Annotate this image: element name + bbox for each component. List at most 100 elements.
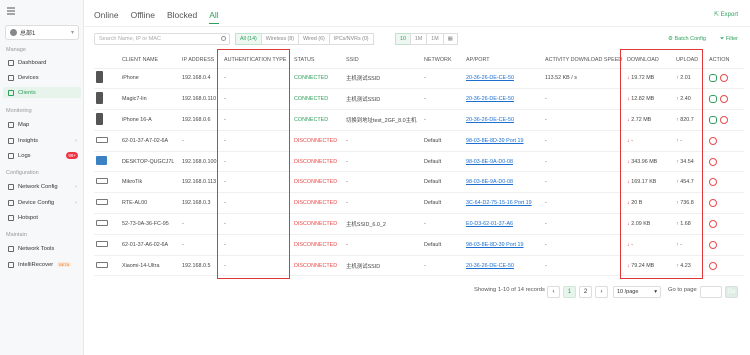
block-icon[interactable] [709, 157, 717, 166]
block-icon[interactable] [720, 95, 728, 104]
action-cell [707, 68, 744, 90]
block-icon[interactable] [709, 240, 717, 249]
sidebar-item-network-tools[interactable]: Network Tools [3, 243, 81, 254]
filter-wired[interactable]: Wired (6) [298, 33, 330, 45]
ap-port-link[interactable]: 20-36-26-DE-CE-50 [464, 68, 543, 90]
sidebar-item-logs[interactable]: Logs 99+ [3, 150, 81, 161]
sidebar-item-network-config[interactable]: Network Config › [3, 181, 81, 192]
col-network[interactable]: NETWORK [422, 52, 464, 69]
ap-port-link[interactable]: E0-D3-62-01-37-A6 [464, 213, 543, 235]
page-2-button[interactable]: 2 [579, 286, 592, 298]
ap-port-link[interactable]: 98-03-8E-8D-39 Port 19 [464, 234, 543, 256]
activity-speed: - [543, 109, 625, 131]
sidebar-item-hotspot[interactable]: Hotspot [3, 212, 81, 223]
block-icon[interactable] [720, 115, 728, 124]
activity-speed: - [543, 192, 625, 215]
block-icon[interactable] [709, 136, 717, 145]
block-icon[interactable] [709, 178, 717, 187]
ap-port-link[interactable]: 98-03-8E-9A-D0-08 [464, 151, 543, 173]
page-1-button[interactable]: 1 [563, 286, 576, 298]
chevron-right-icon: › [75, 199, 77, 206]
client-name[interactable]: iPhone 16-A [120, 109, 180, 131]
network: Default [422, 234, 464, 256]
next-page-button[interactable]: › [595, 286, 608, 298]
block-icon[interactable] [709, 261, 717, 270]
page-size-select[interactable]: 10 /page ▾ [613, 286, 661, 298]
block-icon[interactable] [709, 199, 717, 208]
menu-icon[interactable] [6, 6, 16, 16]
reconnect-icon[interactable] [709, 74, 717, 83]
action-cell [707, 213, 744, 235]
site-name: 总部1 [20, 31, 36, 37]
col-ip[interactable]: IP ADDRESS [180, 52, 222, 69]
logs-icon [8, 152, 14, 159]
ap-port-link[interactable]: 20-36-26-DE-CE-50 [464, 109, 543, 131]
export-button[interactable]: ⇱ Export [714, 11, 738, 18]
client-name[interactable]: Magic7-lin [120, 88, 180, 111]
batch-config-button[interactable]: ⚙ Batch Config [668, 36, 706, 42]
go-button[interactable]: Go [725, 286, 738, 298]
ip-address: 192.168.0.4 [180, 68, 222, 90]
goto-input[interactable] [700, 286, 722, 298]
reconnect-icon[interactable] [709, 95, 717, 104]
col-ssid[interactable]: SSID [344, 52, 422, 69]
beta-tag: BETA [57, 262, 72, 267]
section-manage: Manage [6, 47, 26, 53]
filter-button[interactable]: ⏷ Filter [720, 36, 738, 43]
sidebar-item-insights[interactable]: Insights › [3, 135, 81, 146]
ap-port-link[interactable]: 20-36-26-DE-CE-50 [464, 255, 543, 277]
activity-speed: - [543, 255, 625, 277]
client-name[interactable]: MikroTik [120, 171, 180, 194]
sidebar-item-map[interactable]: Map [3, 119, 81, 130]
export-label: Export [720, 12, 738, 18]
client-name[interactable]: iPhone [120, 68, 180, 90]
filter-ipcs[interactable]: IPCs/NVRs (0) [328, 33, 374, 45]
tab-offline[interactable]: Offline [131, 10, 155, 24]
client-name[interactable]: RTE-AL00 [120, 192, 180, 215]
ip-address: 192.168.0.113 [180, 171, 222, 194]
reconnect-icon[interactable] [709, 115, 717, 124]
sidebar-item-devices[interactable]: Devices [3, 72, 81, 83]
action-cell [707, 151, 744, 173]
client-name[interactable]: DESKTOP-QUGCJ7L [120, 151, 180, 173]
site-selector[interactable]: 总部1 ▾ [5, 25, 79, 40]
pager-summary: Showing 1-10 of 14 records [474, 287, 545, 293]
block-icon[interactable] [720, 74, 728, 83]
filter-all[interactable]: All (14) [235, 33, 262, 45]
sidebar-item-clients[interactable]: Clients [3, 87, 81, 98]
ap-port-link[interactable]: 20-36-26-DE-CE-50 [464, 88, 543, 111]
sidebar-item-dashboard[interactable]: Dashboard [3, 57, 81, 68]
tab-online[interactable]: Online [94, 10, 119, 24]
sidebar-item-device-config[interactable]: Device Config › [3, 197, 81, 208]
block-icon[interactable] [709, 219, 717, 228]
tab-divider [84, 26, 750, 27]
phone-icon [96, 92, 103, 105]
ssid: 主机测试SSID [344, 68, 422, 90]
client-name[interactable]: 52-73-0A-36-FC-95 [120, 213, 180, 235]
prev-page-button[interactable]: ‹ [547, 286, 560, 298]
ap-port-link[interactable]: 3C-64-D2-75-15-16 Port 19 [464, 192, 543, 215]
ssid: - [344, 151, 422, 173]
network: - [422, 255, 464, 277]
status-badge: DISCONNECTED [292, 192, 344, 215]
ap-port-link[interactable]: 98-03-8E-8D-39 Port 19 [464, 130, 543, 152]
calendar-icon[interactable]: ▦ [442, 33, 458, 45]
range-1m-a[interactable]: 1M [409, 33, 428, 45]
sidebar-item-intellirecover[interactable]: IntelliRecover BETA [3, 259, 81, 270]
status-badge: DISCONNECTED [292, 213, 344, 235]
client-name[interactable]: 62-01-37-A7-02-6A [120, 130, 180, 152]
search-input[interactable]: Search Name, IP or MAC [94, 33, 230, 45]
activity-speed: 113.52 KB / s [543, 68, 625, 90]
tab-all[interactable]: All [209, 10, 219, 24]
tab-blocked[interactable]: Blocked [167, 10, 197, 24]
filter-label: Filter [725, 36, 738, 42]
client-name[interactable]: Xiaomi-14-Ultra [120, 255, 180, 277]
filter-wireless[interactable]: Wireless (8) [260, 33, 300, 45]
col-client-name[interactable]: CLIENT NAME [120, 52, 180, 69]
ap-port-link[interactable]: 98-03-8E-9A-D0-08 [464, 171, 543, 194]
dashboard-icon [8, 59, 14, 66]
range-10[interactable]: 10 [395, 33, 411, 45]
range-1m-b[interactable]: 1M [426, 33, 444, 45]
client-name[interactable]: 62-01-37-A6-02-6A [120, 234, 180, 256]
device-cell [94, 192, 120, 215]
